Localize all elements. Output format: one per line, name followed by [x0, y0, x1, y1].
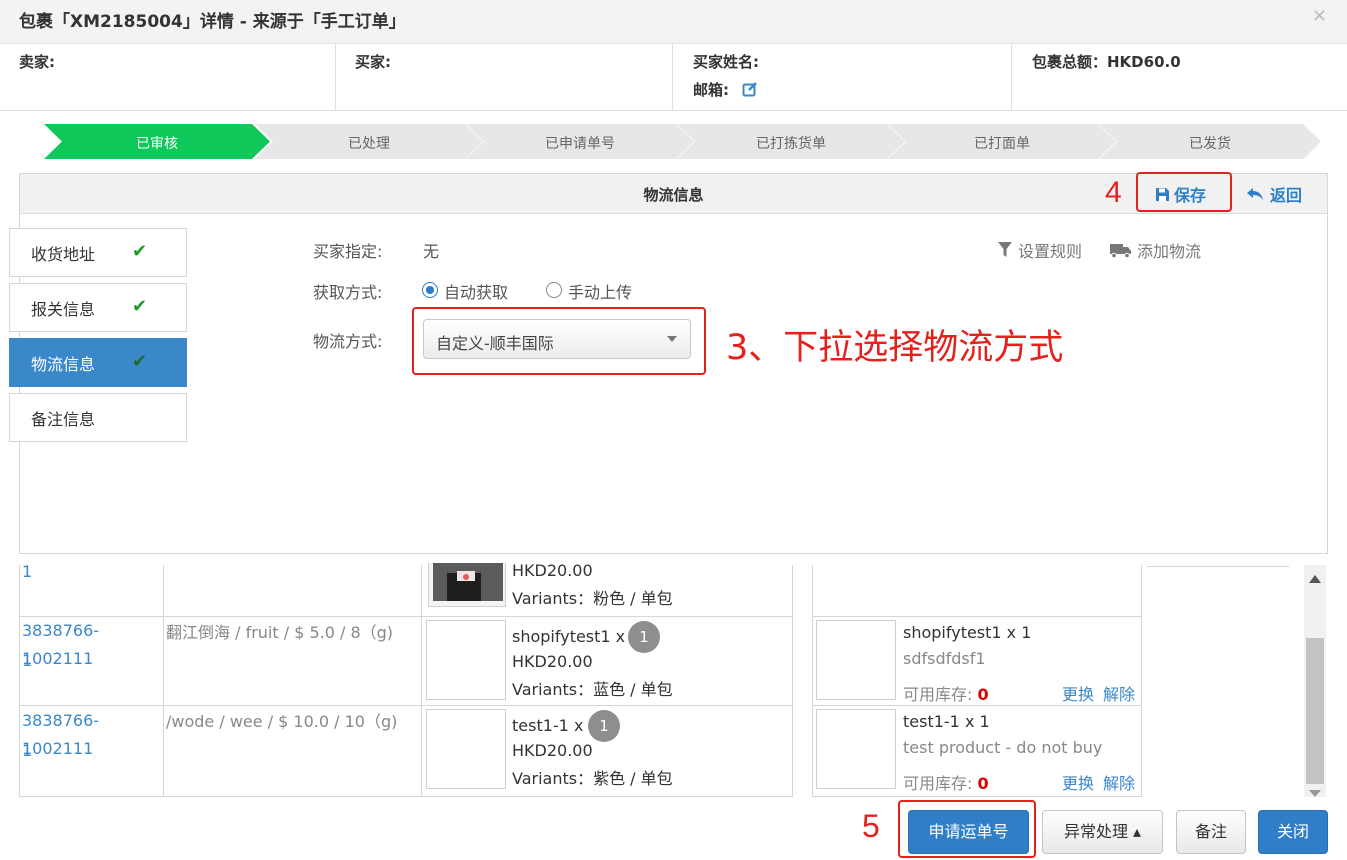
radio-manual-upload[interactable]	[546, 282, 562, 298]
total-cell: 包裹总额：HKD60.0	[1012, 44, 1347, 111]
buyer-name-cell: 买家姓名: 邮箱:	[673, 44, 1012, 111]
release-link[interactable]: 解除	[1103, 681, 1135, 705]
matched-thumbnail	[816, 620, 896, 700]
logistics-method-label: 物流方式:	[313, 332, 383, 351]
tab-customs-info[interactable]: 报关信息 ✔	[9, 283, 187, 332]
annotation-step-4: 4	[1105, 176, 1122, 209]
matched-product-cell: test1-1 x 1 test product - do not buy 可用…	[812, 705, 1142, 797]
matched-product-cell: shopifytest1 x 1 sdfsdfdsf1 可用库存: 0 更换 解…	[812, 616, 1142, 706]
step-processed: 已处理	[255, 124, 483, 159]
check-icon: ✔	[132, 296, 148, 317]
logistics-method-select[interactable]: 自定义-顺丰国际	[423, 319, 691, 359]
package-total: 包裹总额：HKD60.0	[1032, 53, 1181, 71]
step-reviewed: 已审核	[44, 124, 270, 159]
close-icon[interactable]: ×	[1312, 5, 1327, 26]
dialog-title-bar: 包裹「XM2185004」详情 - 来源于「手工订单」 ×	[0, 0, 1347, 44]
reply-arrow-icon	[1247, 188, 1263, 200]
auto-fetch-label: 自动获取	[444, 283, 509, 302]
scrollbar-thumb[interactable]	[1306, 638, 1324, 784]
buyer-specified-value: 无	[423, 242, 440, 261]
buyer-name-label: 买家姓名:	[693, 53, 759, 71]
annotation-step-5: 5	[862, 808, 880, 844]
manual-upload-label: 手动上传	[568, 283, 633, 302]
seller-label: 卖家:	[19, 53, 55, 71]
annotation-step-3: 3、下拉选择物流方式	[726, 328, 1064, 368]
item-description-cell: /wode / wee / $ 10.0 / 10（g)	[163, 705, 422, 797]
caret-down-icon	[667, 336, 677, 342]
truck-icon	[1110, 244, 1131, 259]
seller-cell: 卖家:	[0, 44, 336, 111]
product-cell: shopifytest1 x 1 HKD20.00 Variants：蓝色 / …	[421, 616, 793, 706]
status-steps: 已审核 已处理 已申请单号 已打拣货单 已打面单 已发货	[44, 124, 1324, 159]
replace-link[interactable]: 更换	[1062, 681, 1094, 705]
table-row: 3838766-1002111 1	[19, 616, 164, 706]
remark-button[interactable]: 备注	[1176, 810, 1246, 854]
email-label: 邮箱:	[693, 81, 729, 99]
back-button[interactable]: 返回	[1246, 182, 1302, 206]
tab-shipping-address[interactable]: 收货地址 ✔	[9, 228, 187, 277]
product-thumbnail	[428, 563, 506, 607]
floppy-icon	[1156, 188, 1169, 201]
fetch-method-label: 获取方式:	[313, 283, 383, 302]
edit-icon[interactable]	[742, 81, 758, 97]
stock-value: 0	[977, 774, 989, 793]
divider	[1147, 566, 1289, 567]
scroll-up-icon[interactable]	[1309, 575, 1321, 583]
table-row-partial-match	[812, 565, 1142, 617]
replace-link[interactable]: 更换	[1062, 770, 1094, 794]
email-line: 邮箱:	[693, 79, 758, 100]
order-number-link[interactable]: 3838766-1002111	[22, 707, 163, 763]
order-info-row: 卖家: 买家: 买家姓名: 邮箱: 包裹总额：HKD60.0	[0, 44, 1347, 111]
check-icon: ✔	[132, 351, 148, 372]
release-link[interactable]: 解除	[1103, 770, 1135, 794]
table-row-partial-desc	[163, 565, 422, 617]
product-thumbnail	[426, 709, 506, 789]
matched-thumbnail	[816, 709, 896, 789]
quantity-badge: 1	[628, 621, 660, 653]
product-thumbnail	[426, 620, 506, 700]
radio-auto-fetch[interactable]	[422, 282, 438, 298]
table-row-partial-order: 1	[19, 562, 164, 617]
buyer-label: 买家:	[355, 53, 391, 71]
stock-value: 0	[977, 685, 989, 704]
table-row: 3838766-1002111 1	[19, 705, 164, 797]
buyer-cell: 买家:	[336, 44, 673, 111]
step-picklist-printed: 已打拣货单	[677, 124, 905, 159]
step-label-printed: 已打面单	[888, 124, 1116, 159]
set-rule-link[interactable]: 设置规则	[998, 238, 1082, 262]
apply-tracking-number-button[interactable]: 申请运单号	[908, 810, 1029, 854]
tab-logistics-info[interactable]: 物流信息 ✔	[9, 338, 187, 387]
save-button[interactable]: 保存	[1155, 182, 1206, 206]
check-icon: ✔	[132, 241, 148, 262]
order-number-link[interactable]: 3838766-1002111	[22, 617, 163, 673]
table-row-partial-product: HKD20.00 Variants：粉色 / 单包	[421, 561, 793, 617]
tab-remarks-info[interactable]: 备注信息	[9, 393, 187, 442]
item-description-cell: 翻江倒海 / fruit / $ 5.0 / 8（g)	[163, 616, 422, 706]
quantity-badge: 1	[588, 710, 620, 742]
buyer-specified-label: 买家指定:	[313, 242, 383, 261]
product-cell: test1-1 x 1 HKD20.00 Variants：紫色 / 单包	[421, 705, 793, 797]
step-tracking-requested: 已申请单号	[466, 124, 694, 159]
close-button[interactable]: 关闭	[1258, 810, 1328, 854]
add-logistics-link[interactable]: 添加物流	[1110, 238, 1201, 262]
scroll-down-icon[interactable]	[1309, 790, 1321, 797]
exception-handling-button[interactable]: 异常处理 ▴	[1042, 810, 1163, 854]
panel-header: 物流信息 4 保存 返回	[20, 172, 1327, 214]
step-shipped: 已发货	[1099, 124, 1321, 159]
panel-title: 物流信息	[643, 186, 704, 204]
filter-icon	[998, 242, 1012, 257]
dialog-title: 包裹「XM2185004」详情 - 来源于「手工订单」	[19, 12, 406, 32]
